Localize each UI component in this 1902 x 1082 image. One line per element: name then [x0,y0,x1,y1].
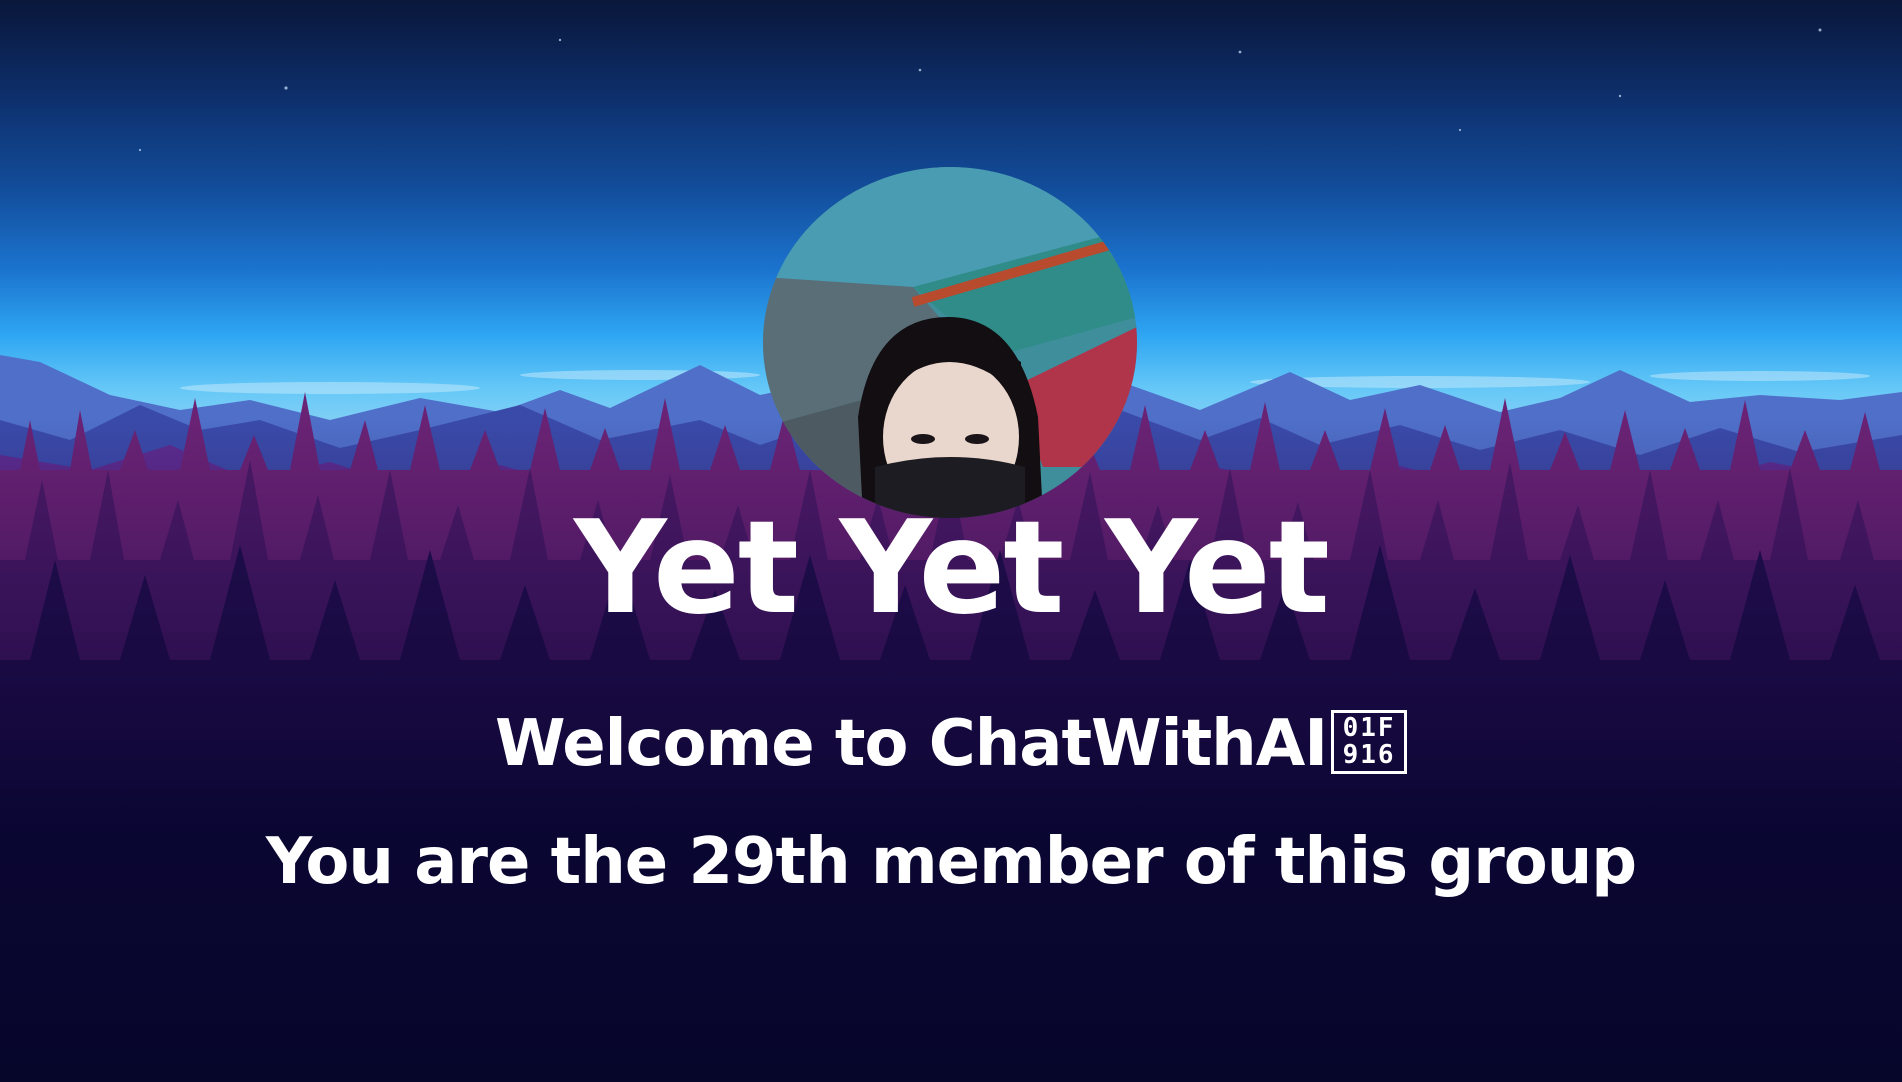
avatar-photo [763,167,1137,518]
welcome-card: Yet Yet Yet Welcome to ChatWithAI 01F 916 … [0,0,1902,1082]
username-title: Yet Yet Yet [574,494,1330,643]
member-count-message: You are the 29th member of this group [265,825,1637,899]
emoji-code-top: 01F [1342,713,1396,744]
welcome-message: Welcome to ChatWithAI 01F 916 [0,704,1902,784]
avatar [763,167,1137,518]
welcome-text: Welcome to ChatWithAI [494,707,1328,781]
missing-emoji-glyph: 01F 916 [1331,710,1408,775]
emoji-code-bottom: 916 [1342,740,1396,771]
